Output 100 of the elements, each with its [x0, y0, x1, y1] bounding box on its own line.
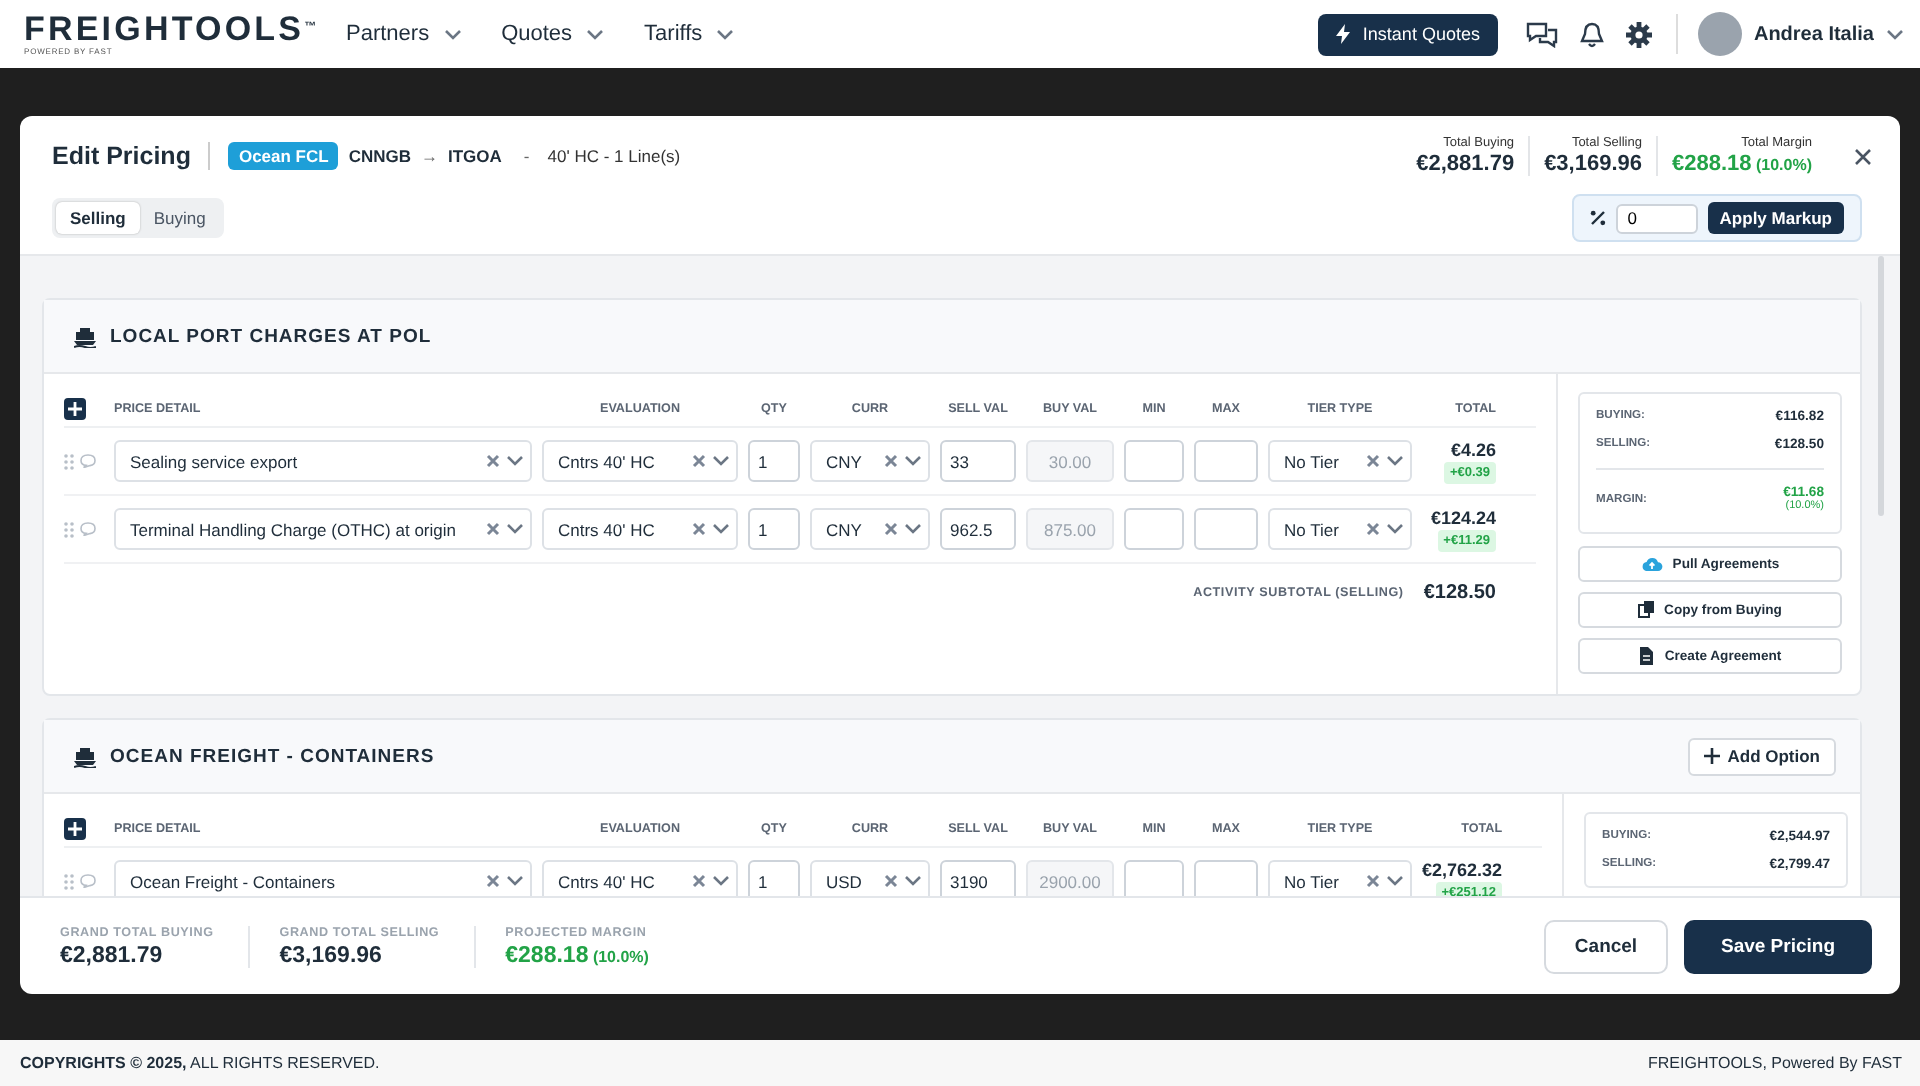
tier-type-dropdown[interactable]: No Tier [1268, 860, 1412, 896]
comment-icon[interactable] [80, 874, 96, 888]
drag-handle-icon[interactable] [64, 521, 74, 537]
evaluation-dropdown[interactable]: Cntrs 40' HC [542, 440, 738, 482]
max-field[interactable] [1194, 508, 1258, 550]
nav-menu-item[interactable]: Quotes [501, 22, 605, 46]
clear-icon [486, 454, 500, 468]
section-title: LOCAL PORT CHARGES AT POL [110, 325, 432, 347]
nav-menu-item[interactable]: Tariffs [644, 22, 735, 46]
percent-icon [1589, 210, 1606, 226]
route-arrow: → [421, 146, 438, 166]
user-name[interactable]: Andrea Italia [1753, 23, 1874, 45]
evaluation-dropdown[interactable]: Cntrs 40' HC [542, 508, 738, 550]
quantity-field[interactable]: 1 [748, 508, 800, 550]
clear-icon [884, 874, 898, 888]
copy-icon [1638, 600, 1657, 620]
comment-icon[interactable] [80, 454, 96, 468]
subtotal-value: €128.50 [1423, 581, 1496, 603]
chevron-icon [1386, 522, 1404, 536]
chevron-icon [1386, 874, 1404, 888]
min-field[interactable] [1124, 440, 1184, 482]
price-detail-dropdown[interactable]: Ocean Freight - Containers [114, 860, 532, 896]
clear-icon [1366, 522, 1380, 536]
lightning-icon [1336, 24, 1351, 44]
save-pricing-button[interactable]: Save Pricing [1684, 919, 1872, 973]
price-detail-dropdown[interactable]: Terminal Handling Charge (OTHC) at origin [114, 508, 532, 550]
destination-port: ITGOA [448, 146, 502, 166]
plus-icon [1703, 748, 1720, 764]
chevron-icon [506, 874, 524, 888]
comment-icon[interactable] [80, 522, 96, 536]
close-icon[interactable] [1854, 147, 1872, 165]
min-field[interactable] [1124, 508, 1184, 550]
credit-text: FREIGHTOOLS, Powered By FAST [1648, 1054, 1902, 1072]
sell-value-field[interactable]: 33 [940, 440, 1016, 482]
separator-dash: - [523, 146, 530, 166]
clear-icon [692, 522, 706, 536]
quantity-field[interactable]: 1 [748, 440, 800, 482]
chevron-icon [586, 27, 605, 41]
mode-tab[interactable]: Buying [139, 202, 220, 234]
chat-icon[interactable] [1525, 20, 1558, 48]
markup-field[interactable]: 0 [1615, 203, 1698, 233]
min-field[interactable] [1124, 860, 1184, 896]
clear-icon [692, 454, 706, 468]
bell-icon[interactable] [1579, 21, 1604, 47]
line-total: €124.24 [1430, 507, 1496, 527]
clear-icon [1366, 454, 1380, 468]
chevron-icon [1886, 27, 1904, 41]
clear-icon [486, 522, 500, 536]
nav-menu-item[interactable]: Partners [346, 22, 462, 46]
currency-dropdown[interactable]: CNY [810, 440, 930, 482]
grand-total-value: €288.18 (10.0%) [505, 943, 649, 967]
total-value: €288.18 (10.0%) [1672, 152, 1812, 176]
chevron-icon [904, 522, 922, 536]
total-value: €3,169.96 [1544, 152, 1642, 176]
line-total: €2,762.32 [1422, 859, 1503, 879]
add-option-button[interactable]: Add Option [1687, 737, 1836, 775]
copyright-text: COPYRIGHTS © 2025, ALL RIGHTS RESERVED. [20, 1054, 380, 1072]
chevron-icon [904, 874, 922, 888]
currency-dropdown[interactable]: CNY [810, 508, 930, 550]
shipment-summary: 40' HC - 1 Line(s) [547, 146, 681, 166]
tier-type-dropdown[interactable]: No Tier [1268, 440, 1412, 482]
settings-icon[interactable] [1625, 21, 1652, 47]
tier-type-dropdown[interactable]: No Tier [1268, 508, 1412, 550]
mode-badge: Ocean FCL [228, 142, 339, 170]
chevron-icon [1386, 454, 1404, 468]
plus-icon [68, 822, 82, 836]
quantity-field[interactable]: 1 [748, 860, 800, 896]
chevron-icon [443, 27, 462, 41]
dialog-title: Edit Pricing [52, 142, 191, 170]
chevron-icon [712, 454, 730, 468]
origin-port: CNNGB [348, 146, 411, 166]
avatar[interactable] [1697, 12, 1742, 56]
chevron-icon [506, 454, 524, 468]
logo-wordmark: FREIGHTOOLS$^{™}$ [24, 12, 317, 46]
price-detail-dropdown[interactable]: Sealing service export [114, 440, 532, 482]
cancel-button[interactable]: Cancel [1544, 919, 1668, 973]
ship-icon [74, 325, 96, 347]
line-total: €4.26 [1450, 439, 1496, 459]
max-field[interactable] [1194, 860, 1258, 896]
max-field[interactable] [1194, 440, 1258, 482]
evaluation-dropdown[interactable]: Cntrs 40' HC [542, 860, 738, 896]
grand-total-value: €2,881.79 [60, 943, 165, 967]
sell-value-field[interactable]: 3190 [940, 860, 1016, 896]
add-line-button[interactable] [64, 398, 86, 420]
apply-markup-button[interactable]: Apply Markup [1707, 202, 1844, 234]
drag-handle-icon[interactable] [64, 453, 74, 469]
drag-handle-icon[interactable] [64, 873, 74, 889]
plus-icon [68, 402, 82, 416]
cloud-icon [1640, 554, 1665, 574]
clear-icon [884, 522, 898, 536]
instant-quotes-button[interactable]: Instant Quotes [1318, 13, 1498, 55]
sell-value-field[interactable]: 962.5 [940, 508, 1016, 550]
clear-icon [1366, 874, 1380, 888]
total-value: €2,881.79 [1416, 152, 1515, 176]
mode-tab[interactable]: Selling [56, 202, 140, 234]
clear-icon [692, 874, 706, 888]
grand-total-value: €3,169.96 [279, 943, 384, 967]
currency-dropdown[interactable]: USD [810, 860, 930, 896]
chevron-icon [506, 522, 524, 536]
add-line-button[interactable] [64, 818, 86, 840]
